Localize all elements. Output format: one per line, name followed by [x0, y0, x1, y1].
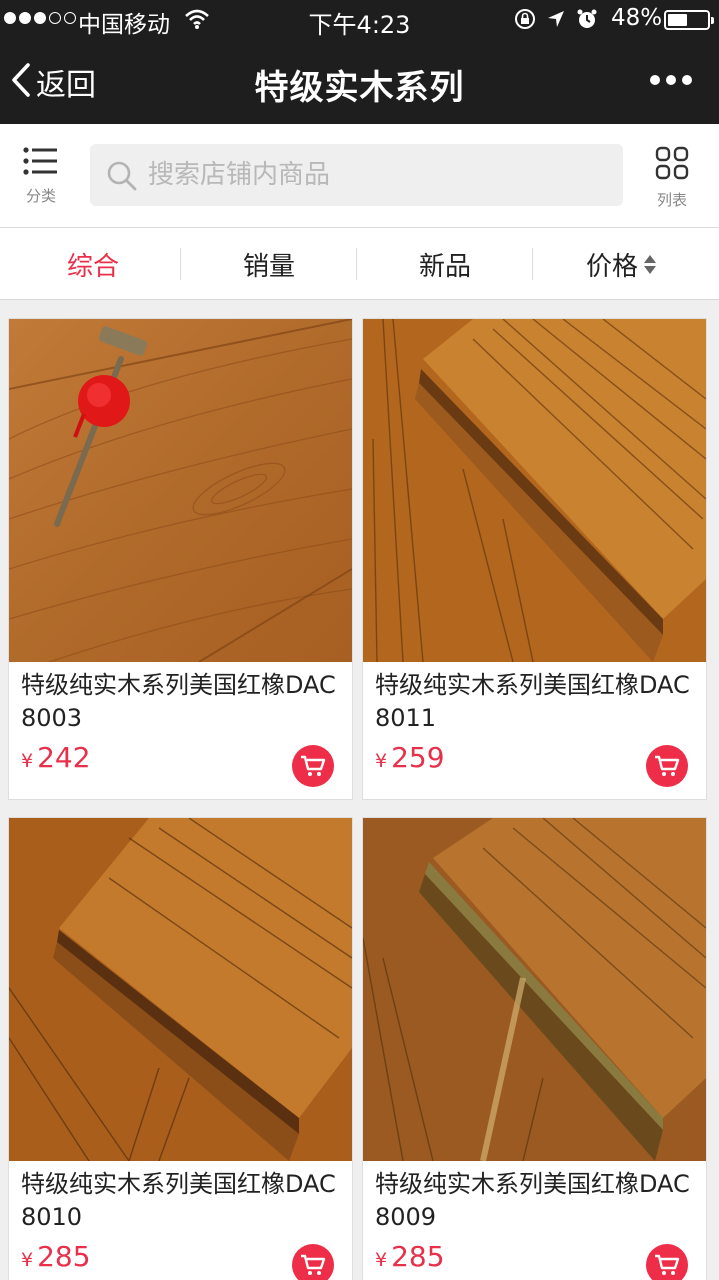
- tab-comprehensive[interactable]: 综合: [5, 228, 181, 300]
- product-card[interactable]: 特级纯实木系列美国红橡DAC8010 ¥285: [8, 817, 353, 1280]
- product-name: 特级纯实木系列美国红橡DAC8003: [21, 671, 336, 732]
- search-input[interactable]: [148, 154, 608, 196]
- navigation-bar: 返回 特级实木系列: [0, 40, 719, 124]
- rotation-lock-icon: [514, 8, 536, 34]
- product-card[interactable]: 特级纯实木系列美国红橡DAC8003 ¥242: [8, 318, 353, 800]
- product-card[interactable]: 特级纯实木系列美国红橡DAC8009 ¥285: [362, 817, 707, 1280]
- add-to-cart-button[interactable]: [646, 1244, 688, 1280]
- product-image: [363, 319, 706, 662]
- tab-new[interactable]: 新品: [357, 228, 533, 300]
- battery-percent: 48%: [611, 5, 663, 31]
- search-icon: [106, 160, 138, 196]
- currency-symbol: ¥: [375, 750, 388, 772]
- price-value: 259: [391, 741, 445, 774]
- status-bar: 中国移动 下午4:23 48%: [0, 0, 719, 40]
- add-to-cart-button[interactable]: [292, 1244, 334, 1280]
- product-price: ¥285: [375, 1240, 445, 1273]
- list-label: 列表: [656, 191, 687, 209]
- list-view-button[interactable]: 列表: [642, 146, 702, 209]
- more-dots-icon[interactable]: [650, 75, 692, 85]
- tab-sales[interactable]: 销量: [181, 228, 357, 300]
- header: 中国移动 下午4:23 48% 返回 特级实木系列: [0, 0, 719, 124]
- sort-arrows-icon: [644, 254, 656, 274]
- battery-icon: [664, 10, 714, 30]
- list-menu-icon: [23, 147, 59, 180]
- search-box[interactable]: [90, 144, 623, 206]
- product-name: 特级纯实木系列美国红橡DAC8011: [375, 671, 690, 732]
- tab-price[interactable]: 价格: [533, 228, 709, 300]
- currency-symbol: ¥: [21, 1249, 34, 1271]
- product-price: ¥242: [21, 741, 91, 774]
- currency-symbol: ¥: [21, 750, 34, 772]
- grid-icon: [655, 146, 689, 184]
- alarm-icon: [576, 8, 598, 34]
- product-name: 特级纯实木系列美国红橡DAC8010: [21, 1170, 336, 1231]
- status-icons: [514, 8, 598, 34]
- price-value: 285: [37, 1240, 91, 1273]
- product-card[interactable]: 特级纯实木系列美国红橡DAC8011 ¥259: [362, 318, 707, 800]
- add-to-cart-button[interactable]: [646, 745, 688, 787]
- category-button[interactable]: 分类: [11, 146, 71, 208]
- product-image: [9, 319, 352, 662]
- product-image: [363, 818, 706, 1161]
- search-row: 分类 列表: [0, 124, 719, 228]
- product-price: ¥285: [21, 1240, 91, 1273]
- product-image: [9, 818, 352, 1161]
- sort-tabs: 综合 销量 新品 价格: [0, 228, 719, 300]
- category-label: 分类: [25, 187, 56, 205]
- price-value: 242: [37, 741, 91, 774]
- page-title: 特级实木系列: [254, 68, 465, 108]
- add-to-cart-button[interactable]: [292, 745, 334, 787]
- currency-symbol: ¥: [375, 1249, 388, 1271]
- product-name: 特级纯实木系列美国红橡DAC8009: [375, 1170, 690, 1231]
- location-arrow-icon: [546, 9, 566, 33]
- product-price: ¥259: [375, 741, 445, 774]
- price-value: 285: [391, 1240, 445, 1273]
- tab-price-label: 价格: [585, 251, 638, 282]
